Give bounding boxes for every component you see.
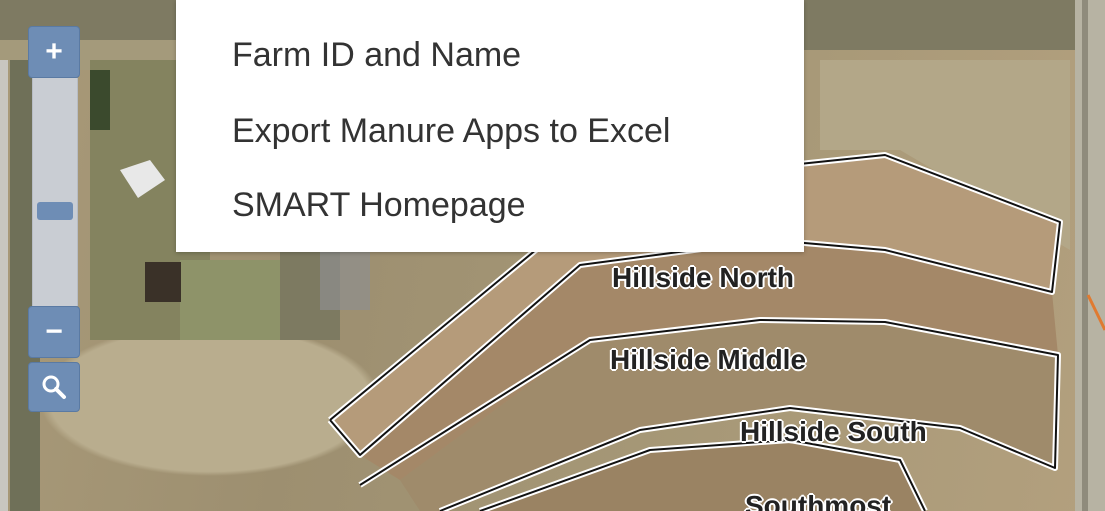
field-label-hillside-north: Hillside North — [612, 262, 795, 293]
dropdown-menu: Farm ID and Name Export Manure Apps to E… — [176, 0, 804, 252]
zoom-slider-handle[interactable] — [37, 202, 73, 220]
zoom-slider-track[interactable] — [32, 78, 78, 306]
magnifier-icon — [42, 375, 66, 399]
field-label-southmost: Southmost — [745, 490, 892, 511]
menu-item-smart-homepage[interactable]: SMART Homepage — [232, 186, 526, 225]
search-button[interactable] — [28, 362, 80, 412]
menu-item-export-manure[interactable]: Export Manure Apps to Excel — [232, 112, 670, 151]
field-label-hillside-south: Hillside South — [740, 416, 927, 447]
zoom-in-button[interactable]: + — [28, 26, 80, 78]
menu-item-farm-id[interactable]: Farm ID and Name — [232, 36, 521, 75]
plus-icon: + — [45, 35, 63, 68]
zoom-out-button[interactable]: − — [28, 306, 80, 358]
field-label-hillside-middle: Hillside Middle — [610, 344, 807, 375]
minus-icon: − — [45, 315, 63, 348]
